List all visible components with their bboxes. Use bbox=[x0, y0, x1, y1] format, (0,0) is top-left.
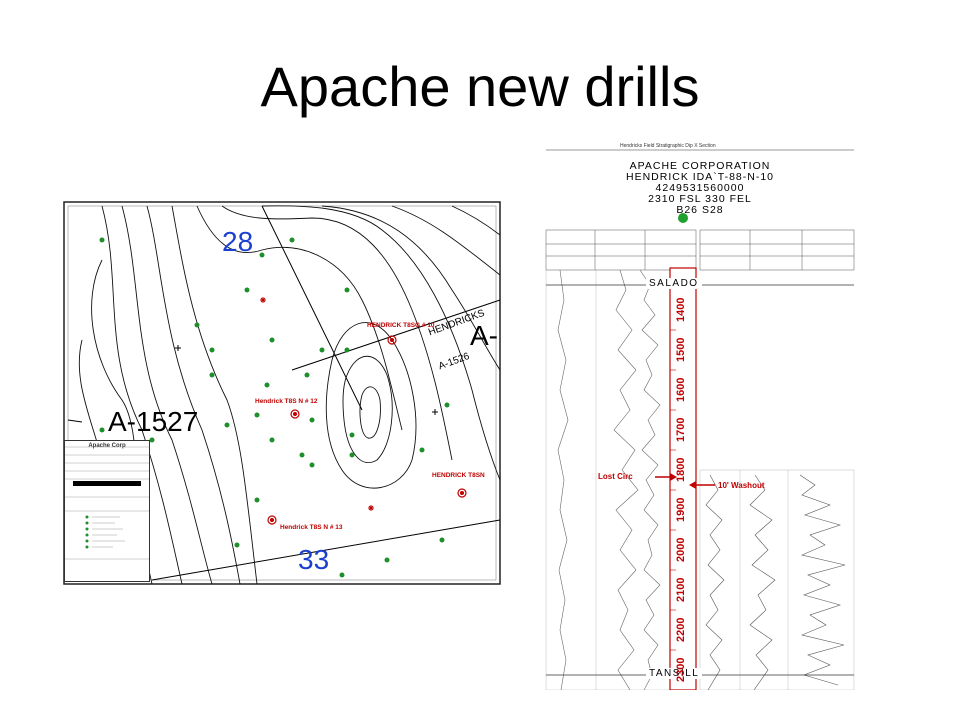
lease-label-a1527: A-1527 bbox=[108, 406, 199, 437]
depth-tick: 1700 bbox=[675, 417, 687, 442]
depth-tick: 1900 bbox=[675, 497, 687, 522]
section-28-label: 28 bbox=[222, 226, 254, 257]
map-legend: Apache Corp bbox=[64, 440, 150, 582]
cross-section: Hendricks Field Stratigraphic Dip X Sect… bbox=[540, 140, 860, 690]
legend-body bbox=[65, 446, 149, 560]
depth-tick: 1500 bbox=[675, 337, 687, 362]
slide-title: Apache new drills bbox=[260, 55, 700, 118]
depth-tick: 2300 bbox=[675, 657, 687, 682]
well-label: HENDRICK T8SG # 10 bbox=[367, 322, 435, 329]
well-label: Hendrick T8S N # 13 bbox=[280, 524, 343, 531]
formation-top-salado: SALADO bbox=[646, 278, 702, 289]
structure-map: 28 33 A-1527 A- A-1526 HENDRICKS HENDRIC… bbox=[62, 200, 502, 588]
well-label: HENDRICK T8SN bbox=[432, 472, 485, 479]
new-drill-markers bbox=[267, 335, 467, 525]
depth-tick: 1800 bbox=[675, 457, 687, 482]
depth-tick: 2000 bbox=[675, 537, 687, 562]
washout-annotation: 10' Washout bbox=[718, 481, 765, 490]
section-33-label: 33 bbox=[298, 544, 330, 575]
lease-label-a: A- bbox=[470, 320, 498, 351]
right-log-curves bbox=[705, 474, 846, 690]
survey-block: B26 S28 bbox=[676, 204, 724, 216]
depth-tick: 1600 bbox=[675, 377, 687, 402]
well-label: Hendrick T8S N # 12 bbox=[255, 398, 318, 405]
figure-caption: Hendricks Field Stratigraphic Dip X Sect… bbox=[620, 143, 716, 149]
log-tracks bbox=[545, 149, 855, 690]
lost-circulation-annotation: Lost Circ bbox=[598, 472, 633, 481]
depth-tick: 1400 bbox=[675, 297, 687, 322]
depth-tick: 2100 bbox=[675, 577, 687, 602]
depth-tick: 2200 bbox=[675, 617, 687, 642]
